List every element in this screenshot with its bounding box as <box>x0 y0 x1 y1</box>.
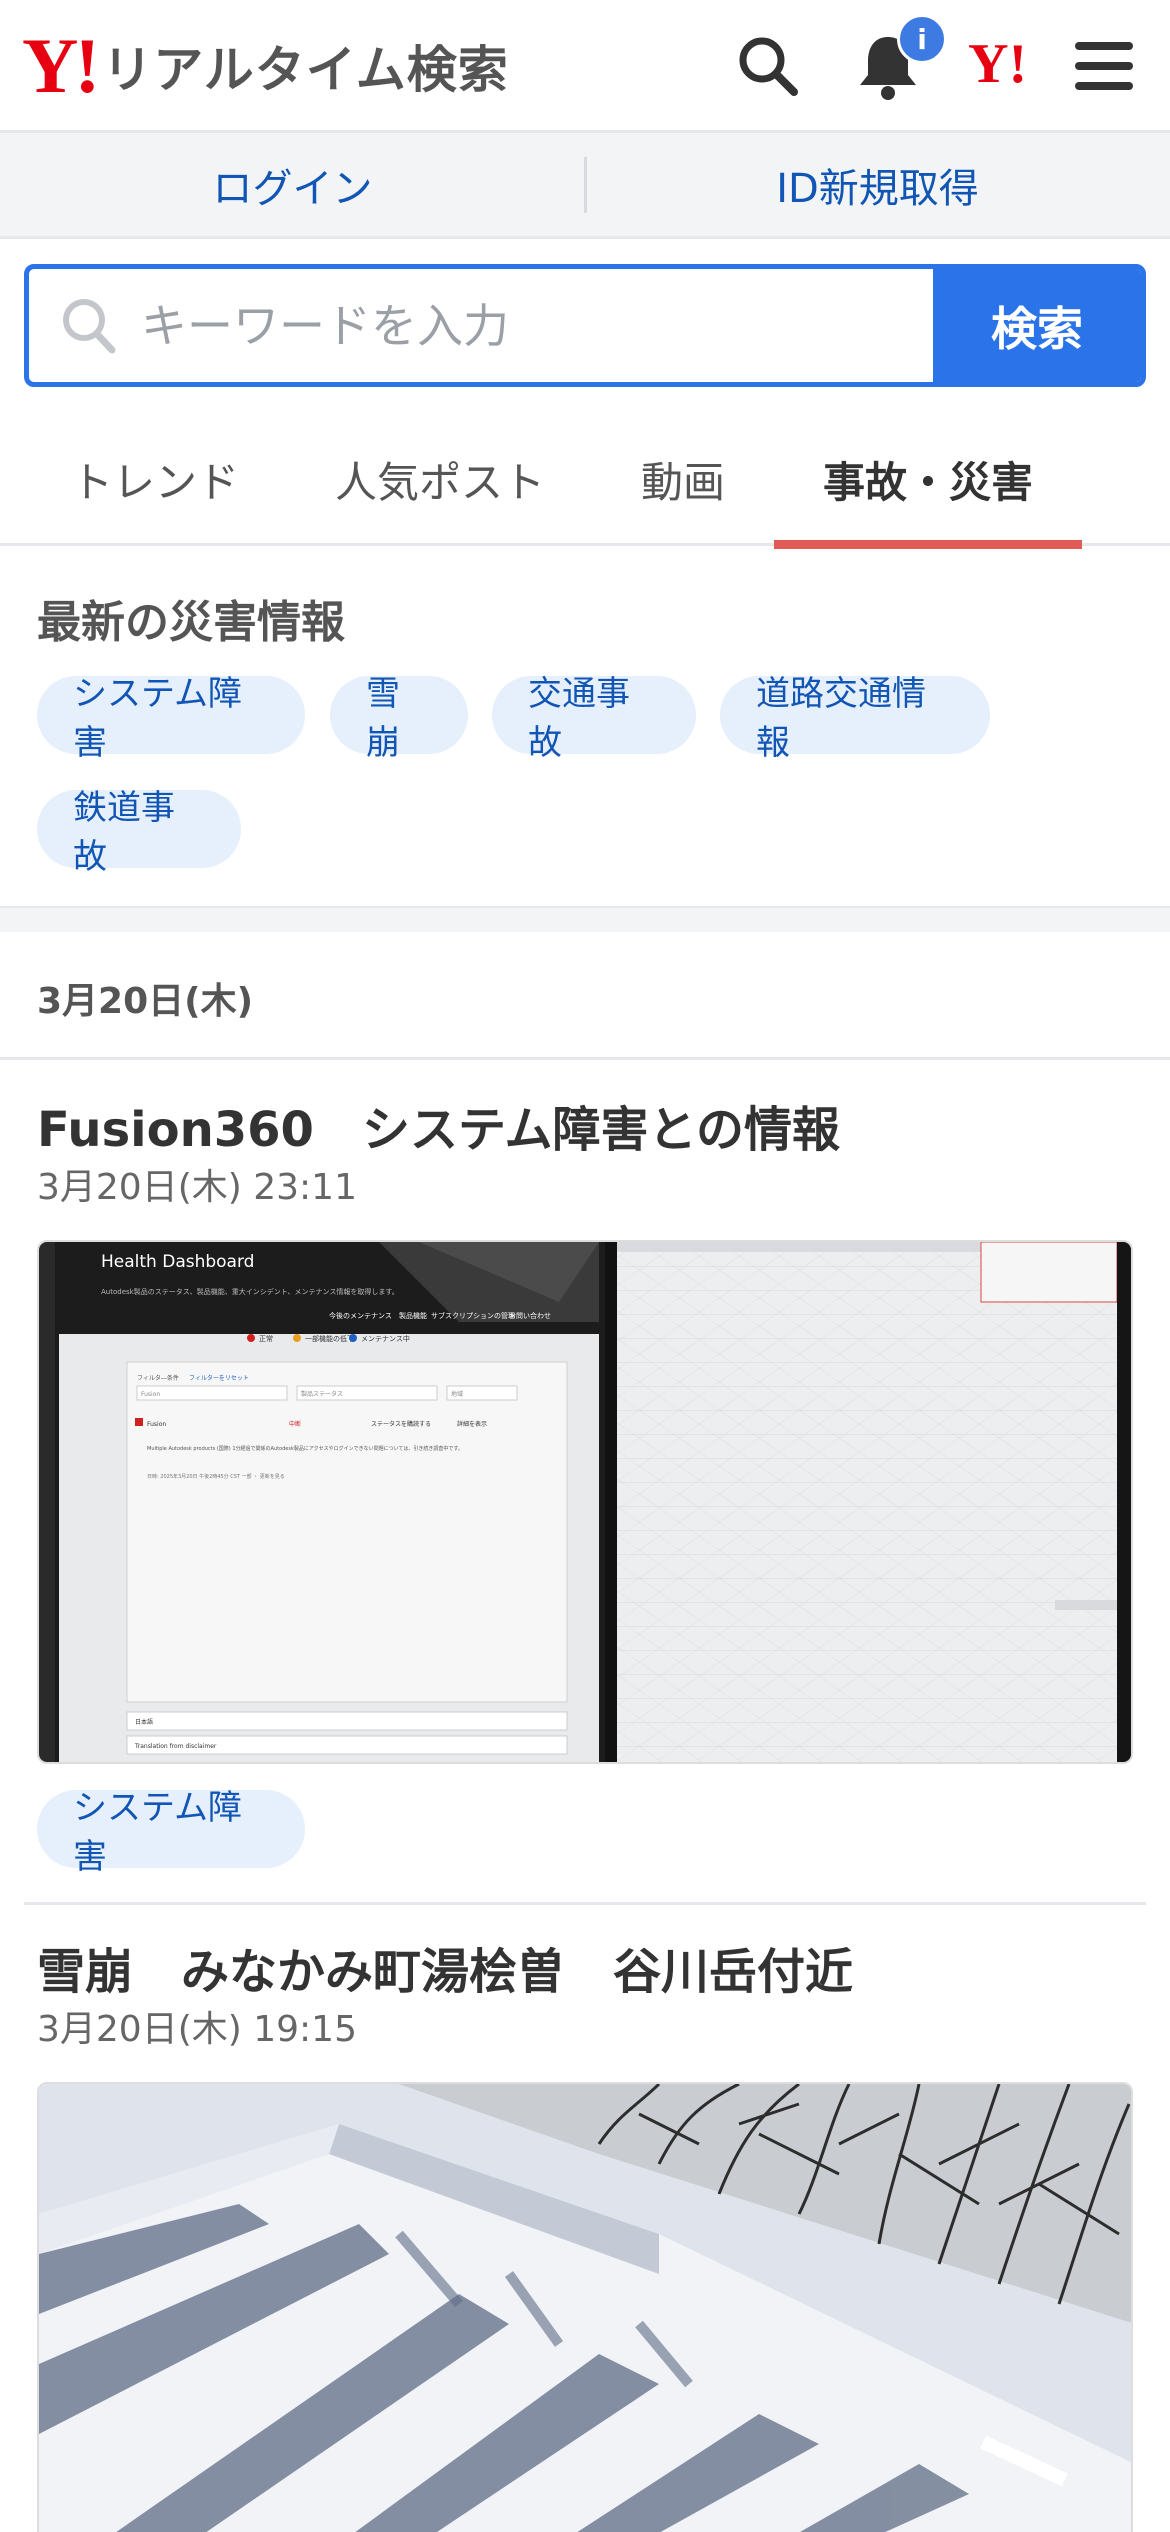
image-field-status: 製品ステータス <box>301 1390 343 1398</box>
post-time: 3月20日(木) 23:11 <box>37 1167 357 1208</box>
search-box: 検索 <box>24 264 1146 387</box>
tab-video[interactable]: 動画 <box>618 412 748 546</box>
post-image[interactable]: Health Dashboard Autodesk製品のステータス、製品機能、重… <box>37 1240 1133 1764</box>
image-nav-maintenance: 今後のメンテナンス <box>329 1311 392 1320</box>
image-language: 日本語 <box>135 1718 153 1726</box>
tab-bar: トレンド 人気ポスト 動画 事故・災害 <box>0 412 1170 549</box>
image-nav-contact: お問い合わせ <box>509 1311 551 1320</box>
image-translation: Translation from disclaimer <box>134 1743 217 1750</box>
post-title[interactable]: 雪崩 みなかみ町湯桧曽 谷川岳付近 <box>37 1932 853 2002</box>
chip-avalanche[interactable]: 雪崩 <box>330 674 468 763</box>
image-field-region: 地域 <box>451 1390 463 1398</box>
post-time: 3月20日(木) 19:15 <box>37 2009 357 2050</box>
tab-popular-posts[interactable]: 人気ポスト <box>320 412 560 546</box>
post-divider <box>24 1902 1146 1905</box>
logo-title: リアルタイム検索 <box>102 41 509 99</box>
date-header-label: 3月20日(木) <box>37 981 254 1022</box>
image-heading: Health Dashboard <box>101 1252 254 1272</box>
yahoo-small-logo[interactable]: Y! <box>968 36 1027 92</box>
image-nav-features: 製品機能 <box>399 1311 427 1320</box>
image-field-product: Fusion <box>141 1391 160 1398</box>
chip-road-traffic-info[interactable]: 道路交通情報 <box>720 674 990 763</box>
yahoo-logo-mark: Y! <box>22 22 100 109</box>
tab-accident-disaster[interactable]: 事故・災害 <box>774 412 1082 549</box>
date-header: 3月20日(木) <box>0 932 1170 1060</box>
image-row-date: 日時: 2025年3月20日 午後2時45分 CST 一部 ・ 更新を見る <box>147 1473 285 1480</box>
image-nav-subscription: サブスクリプションの管理 <box>431 1311 515 1320</box>
tab-trend[interactable]: トレンド <box>40 412 270 546</box>
image-filter-normal: 正常 <box>259 1334 273 1343</box>
image-row-subscribe: ステータスを購読する <box>371 1420 431 1428</box>
search-field <box>29 269 933 382</box>
image-row-product: Fusion <box>147 1421 166 1428</box>
search-icon[interactable] <box>730 28 806 104</box>
image-row-detail: 詳細を表示 <box>457 1420 487 1428</box>
auth-bar: ログイン ID新規取得 <box>0 133 1170 239</box>
register-link[interactable]: ID新規取得 <box>585 133 1170 236</box>
search-button[interactable]: 検索 <box>933 269 1141 382</box>
login-link[interactable]: ログイン <box>0 133 585 236</box>
chip-traffic-accident[interactable]: 交通事故 <box>492 674 696 763</box>
header: Y! リアルタイム検索 i Y! <box>0 0 1170 133</box>
chip-railway-accident[interactable]: 鉄道事故 <box>37 788 241 877</box>
logo[interactable]: Y! リアルタイム検索 <box>22 26 509 106</box>
post-image[interactable] <box>37 2082 1133 2532</box>
image-row-body: Multiple Autodesk products (国際) 1分経過で関係の… <box>147 1445 463 1452</box>
search-input[interactable] <box>29 269 933 382</box>
notification-badge[interactable]: i <box>897 14 947 64</box>
image-filter-label: フィルタ―条件 <box>137 1374 179 1382</box>
auth-separator <box>584 157 587 213</box>
image-filter-maintenance: メンテナンス中 <box>361 1334 410 1343</box>
section-separator <box>0 906 1170 932</box>
post-tag[interactable]: システム障害 <box>37 1788 305 1877</box>
post-title[interactable]: Fusion360 システム障害との情報 <box>37 1090 840 1160</box>
menu-icon[interactable] <box>1066 28 1142 104</box>
search-field-icon <box>59 293 119 363</box>
chip-system-failure[interactable]: システム障害 <box>37 674 305 763</box>
image-filter-reset: フィルターをリセット <box>189 1374 249 1382</box>
image-filter-degraded: 一部機能の低下 <box>305 1334 354 1343</box>
disaster-section-title: 最新の災害情報 <box>37 597 345 648</box>
image-row-status: 中断 <box>289 1420 301 1428</box>
image-subtitle: Autodesk製品のステータス、製品機能、重大インシデント、メンテナンス情報を… <box>101 1287 399 1296</box>
